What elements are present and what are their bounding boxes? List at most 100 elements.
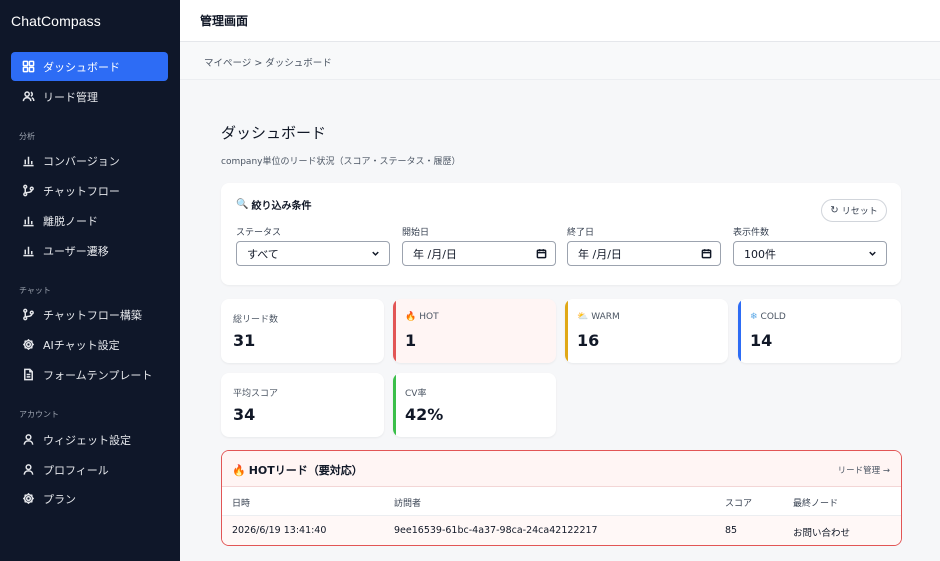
calendar-icon[interactable] (701, 248, 712, 262)
page-subtitle: company単位のリード状況（スコア・ステータス・履歴） (221, 157, 461, 167)
status-select-value: すべて (247, 247, 279, 261)
chevron-down-icon (370, 248, 381, 262)
stat-accent-bar (565, 299, 568, 363)
flow-icon (21, 184, 35, 198)
stat-card-warm: ⛅ WARM 16 (565, 299, 728, 363)
page-title: ダッシュボード (221, 124, 327, 142)
lead-management-link[interactable]: リード管理 → (838, 464, 890, 476)
start-date-input[interactable]: 年 /月/日 (402, 241, 556, 266)
bar-chart-icon (21, 214, 35, 228)
sidebar-item-widget-settings[interactable]: ウィジェット設定 (11, 425, 168, 454)
bar-chart-icon (21, 154, 35, 168)
fire-icon: 🔥 (232, 463, 246, 477)
hot-leads-header: 🔥 HOTリード（要対応） リード管理 → (222, 451, 901, 487)
stat-card-average-score: 平均スコア 34 (221, 373, 384, 437)
sidebar-item-label: フォームテンプレート (43, 368, 153, 382)
count-select-value: 100件 (744, 247, 776, 261)
brand-logo[interactable]: ChatCompass (11, 13, 101, 29)
sidebar-item-chatflow[interactable]: チャットフロー (11, 176, 168, 205)
stat-label-text: WARM (591, 312, 620, 322)
stat-value: 31 (233, 331, 256, 350)
user-icon (21, 463, 35, 477)
hot-leads-panel: 🔥 HOTリード（要対応） リード管理 → 日時 訪問者 スコア 最終ノード 2… (221, 450, 902, 546)
sidebar-item-label: ユーザー遷移 (43, 244, 109, 258)
sidebar-item-label: コンバージョン (43, 154, 120, 168)
sidebar-item-dropoff-node[interactable]: 離脱ノード (11, 206, 168, 235)
stat-accent-bar (393, 299, 396, 363)
main-content: ダッシュボード company単位のリード状況（スコア・ステータス・履歴） 🔍 … (180, 80, 940, 561)
stat-value: 16 (577, 331, 600, 350)
count-select[interactable]: 100件 (733, 241, 887, 266)
sidebar-item-form-templates[interactable]: フォームテンプレート (11, 360, 168, 389)
stat-value: 34 (233, 405, 256, 424)
breadcrumb[interactable]: マイページ > ダッシュボード (204, 55, 332, 69)
user-icon (21, 433, 35, 447)
sidebar-item-conversion[interactable]: コンバージョン (11, 146, 168, 175)
column-header-last-node: 最終ノード (793, 499, 839, 509)
stat-card-cold: ❄ COLD 14 (738, 299, 901, 363)
breadcrumb-bar: マイページ > ダッシュボード (180, 42, 940, 80)
refresh-icon: ↻ (830, 205, 839, 216)
sidebar-item-label: AIチャット設定 (43, 338, 120, 352)
section-label-analysis: 分析 (19, 132, 35, 141)
stat-card-cv-rate: CV率 42% (393, 373, 556, 437)
status-select[interactable]: すべて (236, 241, 390, 266)
stat-accent-bar (393, 373, 396, 437)
sidebar: ChatCompass ダッシュボード リード管理 分析 コンバージョン チャッ… (0, 0, 180, 561)
stat-label-text: COLD (760, 312, 786, 322)
sidebar-item-plan[interactable]: プラン (11, 484, 168, 513)
column-header-datetime: 日時 (232, 499, 251, 509)
sidebar-item-label: ウィジェット設定 (43, 433, 131, 447)
sidebar-item-ai-chat-settings[interactable]: AIチャット設定 (11, 330, 168, 359)
filter-title-text: 絞り込み条件 (251, 201, 312, 212)
fire-icon: 🔥 (405, 312, 417, 322)
sidebar-item-chatflow-builder[interactable]: チャットフロー構築 (11, 300, 168, 329)
filter-title: 🔍 絞り込み条件 (236, 197, 311, 212)
hot-leads-title: 🔥 HOTリード（要対応） (232, 462, 363, 478)
start-date-value: 年 /月/日 (413, 247, 457, 261)
reset-button-label: リセット (841, 207, 878, 217)
calendar-icon[interactable] (536, 248, 547, 262)
stat-value: 1 (405, 331, 417, 350)
users-icon (21, 90, 35, 104)
stat-label-text: HOT (419, 312, 439, 322)
sidebar-item-user-transition[interactable]: ユーザー遷移 (11, 236, 168, 265)
sidebar-item-label: 離脱ノード (43, 214, 98, 228)
stat-label: 🔥 HOT (405, 312, 439, 322)
sun-cloud-icon: ⛅ (577, 312, 589, 322)
hot-leads-title-text: HOTリード（要対応） (248, 464, 363, 477)
sidebar-item-dashboard[interactable]: ダッシュボード (11, 52, 168, 81)
sidebar-item-label: リード管理 (43, 90, 98, 104)
stat-value: 14 (750, 331, 773, 350)
cell-last-node: お問い合わせ (793, 528, 851, 539)
reset-button[interactable]: ↻ リセット (821, 199, 887, 222)
filter-card: 🔍 絞り込み条件 ↻ リセット ステータス すべて 開始日 年 /月/日 終了日… (221, 183, 901, 285)
document-icon (21, 368, 35, 382)
stat-accent-bar (738, 299, 741, 363)
stat-label: ⛅ WARM (577, 312, 620, 322)
snowflake-icon: ❄ (750, 312, 758, 322)
stat-value: 42% (405, 405, 444, 424)
sidebar-item-label: プラン (43, 492, 76, 506)
sidebar-item-label: チャットフロー (43, 184, 120, 198)
sidebar-item-label: ダッシュボード (43, 60, 120, 74)
cell-datetime: 2026/6/19 13:41:40 (232, 525, 327, 536)
end-date-input[interactable]: 年 /月/日 (567, 241, 721, 266)
grid-icon (21, 60, 35, 74)
stat-label: 平均スコア (233, 389, 279, 399)
count-label: 表示件数 (733, 228, 770, 238)
gear-icon (21, 492, 35, 506)
search-icon: 🔍 (236, 199, 249, 210)
sidebar-item-leads[interactable]: リード管理 (11, 82, 168, 111)
top-header: 管理画面 (180, 0, 940, 42)
end-date-label: 終了日 (567, 228, 595, 238)
column-header-score: スコア (725, 499, 753, 509)
end-date-value: 年 /月/日 (578, 247, 622, 261)
sidebar-item-profile[interactable]: プロフィール (11, 455, 168, 484)
stat-card-hot: 🔥 HOT 1 (393, 299, 556, 363)
bar-chart-icon (21, 244, 35, 258)
sidebar-item-label: チャットフロー構築 (43, 308, 142, 322)
status-label: ステータス (236, 228, 282, 238)
gear-icon (21, 338, 35, 352)
column-header-visitor: 訪問者 (394, 499, 422, 509)
